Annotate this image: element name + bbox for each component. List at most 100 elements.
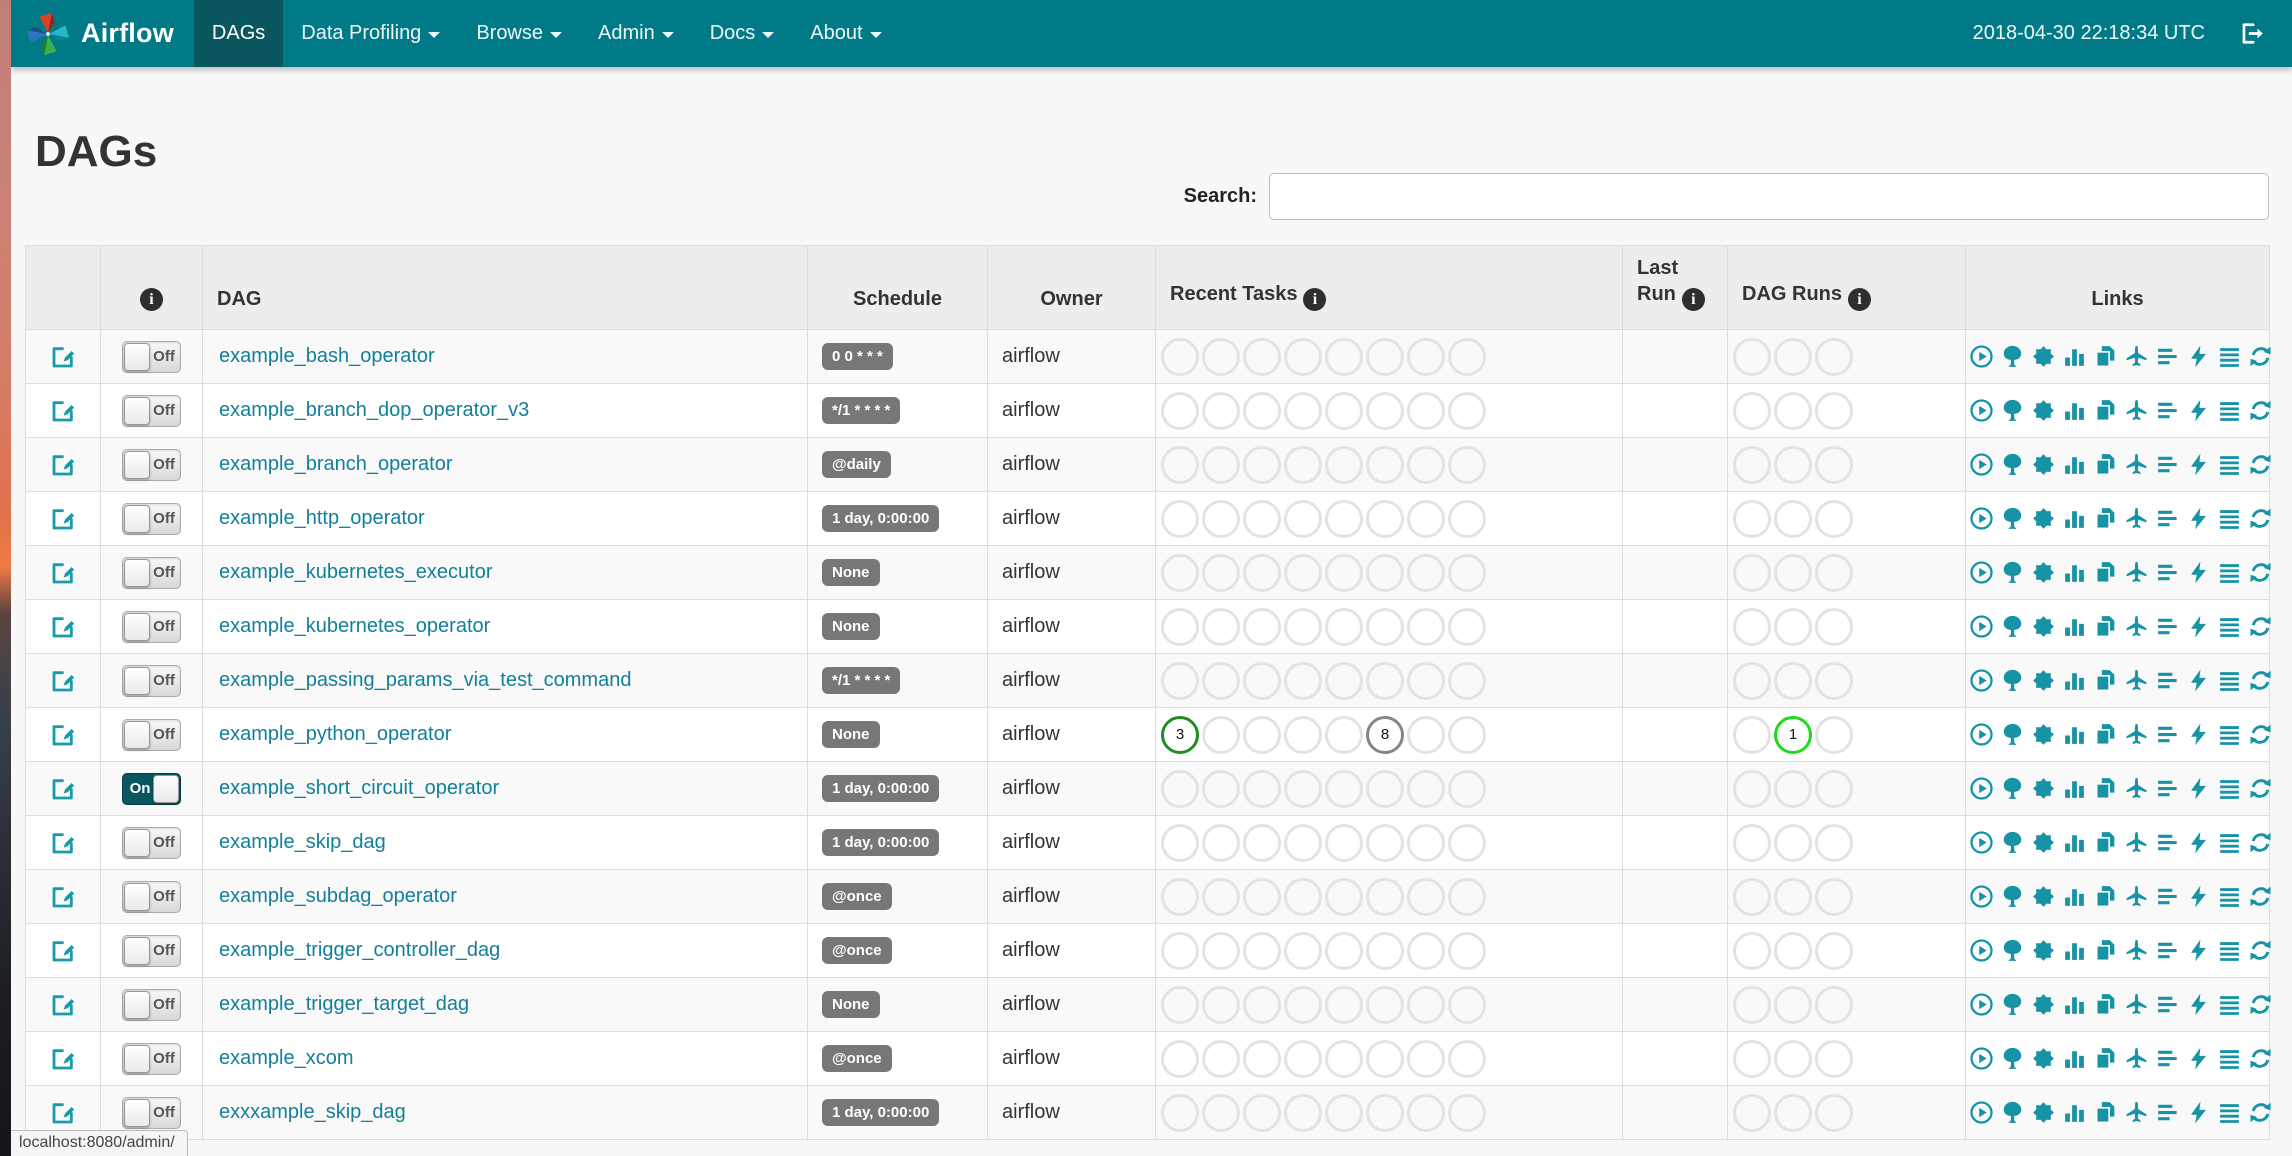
- refresh-icon[interactable]: [2248, 344, 2273, 369]
- code-icon[interactable]: [2186, 884, 2211, 909]
- dag-name-link[interactable]: example_short_circuit_operator: [219, 777, 499, 799]
- task-duration-icon[interactable]: [2062, 1100, 2087, 1125]
- log-icon[interactable]: [2217, 560, 2242, 585]
- graph-view-icon[interactable]: [2031, 506, 2056, 531]
- dag-name-link[interactable]: example_subdag_operator: [219, 885, 457, 907]
- task-duration-icon[interactable]: [2062, 1046, 2087, 1071]
- dag-pause-toggle[interactable]: Off: [122, 880, 181, 913]
- log-icon[interactable]: [2217, 830, 2242, 855]
- task-duration-icon[interactable]: [2062, 668, 2087, 693]
- refresh-icon[interactable]: [2248, 506, 2273, 531]
- graph-view-icon[interactable]: [2031, 398, 2056, 423]
- refresh-icon[interactable]: [2248, 992, 2273, 1017]
- code-icon[interactable]: [2186, 560, 2211, 585]
- trigger-dag-icon[interactable]: [1969, 830, 1994, 855]
- dag-pause-toggle[interactable]: Off: [122, 664, 181, 697]
- task-tries-icon[interactable]: [2093, 398, 2118, 423]
- landing-times-icon[interactable]: [2124, 992, 2149, 1017]
- dag-name-link[interactable]: example_kubernetes_executor: [219, 561, 493, 583]
- dag-name-link[interactable]: example_kubernetes_operator: [219, 615, 490, 637]
- graph-view-icon[interactable]: [2031, 452, 2056, 477]
- task-tries-icon[interactable]: [2093, 560, 2118, 585]
- graph-view-icon[interactable]: [2031, 344, 2056, 369]
- graph-view-icon[interactable]: [2031, 776, 2056, 801]
- dag-pause-toggle[interactable]: Off: [122, 502, 181, 535]
- task-tries-icon[interactable]: [2093, 506, 2118, 531]
- landing-times-icon[interactable]: [2124, 614, 2149, 639]
- task-duration-icon[interactable]: [2062, 614, 2087, 639]
- task-duration-icon[interactable]: [2062, 722, 2087, 747]
- edit-dag-icon[interactable]: [50, 830, 76, 856]
- task-tries-icon[interactable]: [2093, 452, 2118, 477]
- code-icon[interactable]: [2186, 614, 2211, 639]
- code-icon[interactable]: [2186, 452, 2211, 477]
- log-icon[interactable]: [2217, 1100, 2242, 1125]
- dag-name-link[interactable]: example_bash_operator: [219, 345, 435, 367]
- log-icon[interactable]: [2217, 938, 2242, 963]
- task-tries-icon[interactable]: [2093, 884, 2118, 909]
- trigger-dag-icon[interactable]: [1969, 722, 1994, 747]
- task-tries-icon[interactable]: [2093, 992, 2118, 1017]
- landing-times-icon[interactable]: [2124, 560, 2149, 585]
- edit-dag-icon[interactable]: [50, 992, 76, 1018]
- nav-item-data-profiling[interactable]: Data Profiling: [283, 0, 458, 67]
- code-icon[interactable]: [2186, 1100, 2211, 1125]
- refresh-icon[interactable]: [2248, 1046, 2273, 1071]
- task-tries-icon[interactable]: [2093, 1046, 2118, 1071]
- landing-times-icon[interactable]: [2124, 722, 2149, 747]
- landing-times-icon[interactable]: [2124, 506, 2149, 531]
- nav-item-admin[interactable]: Admin: [580, 0, 692, 67]
- gantt-icon[interactable]: [2155, 830, 2180, 855]
- log-icon[interactable]: [2217, 1046, 2242, 1071]
- code-icon[interactable]: [2186, 722, 2211, 747]
- nav-item-dags[interactable]: DAGs: [193, 0, 284, 67]
- gantt-icon[interactable]: [2155, 560, 2180, 585]
- edit-dag-icon[interactable]: [50, 722, 76, 748]
- task-duration-icon[interactable]: [2062, 398, 2087, 423]
- landing-times-icon[interactable]: [2124, 830, 2149, 855]
- landing-times-icon[interactable]: [2124, 884, 2149, 909]
- refresh-icon[interactable]: [2248, 1100, 2273, 1125]
- trigger-dag-icon[interactable]: [1969, 992, 1994, 1017]
- state-circle-filled[interactable]: 8: [1366, 715, 1404, 754]
- edit-dag-icon[interactable]: [50, 614, 76, 640]
- dag-pause-toggle[interactable]: On: [122, 772, 181, 805]
- landing-times-icon[interactable]: [2124, 344, 2149, 369]
- dag-pause-toggle[interactable]: Off: [122, 1096, 181, 1129]
- task-duration-icon[interactable]: [2062, 992, 2087, 1017]
- trigger-dag-icon[interactable]: [1969, 614, 1994, 639]
- landing-times-icon[interactable]: [2124, 452, 2149, 477]
- refresh-icon[interactable]: [2248, 452, 2273, 477]
- dag-pause-toggle[interactable]: Off: [122, 826, 181, 859]
- trigger-dag-icon[interactable]: [1969, 1100, 1994, 1125]
- search-input[interactable]: [1269, 173, 2269, 220]
- dag-pause-toggle[interactable]: Off: [122, 610, 181, 643]
- task-tries-icon[interactable]: [2093, 830, 2118, 855]
- task-duration-icon[interactable]: [2062, 344, 2087, 369]
- refresh-icon[interactable]: [2248, 830, 2273, 855]
- gantt-icon[interactable]: [2155, 398, 2180, 423]
- dag-pause-toggle[interactable]: Off: [122, 718, 181, 751]
- code-icon[interactable]: [2186, 1046, 2211, 1071]
- log-icon[interactable]: [2217, 398, 2242, 423]
- code-icon[interactable]: [2186, 776, 2211, 801]
- landing-times-icon[interactable]: [2124, 668, 2149, 693]
- task-tries-icon[interactable]: [2093, 722, 2118, 747]
- trigger-dag-icon[interactable]: [1969, 344, 1994, 369]
- edit-dag-icon[interactable]: [50, 668, 76, 694]
- gantt-icon[interactable]: [2155, 776, 2180, 801]
- landing-times-icon[interactable]: [2124, 938, 2149, 963]
- gantt-icon[interactable]: [2155, 344, 2180, 369]
- log-icon[interactable]: [2217, 992, 2242, 1017]
- refresh-icon[interactable]: [2248, 938, 2273, 963]
- edit-dag-icon[interactable]: [50, 884, 76, 910]
- code-icon[interactable]: [2186, 938, 2211, 963]
- code-icon[interactable]: [2186, 830, 2211, 855]
- edit-dag-icon[interactable]: [50, 560, 76, 586]
- graph-view-icon[interactable]: [2031, 938, 2056, 963]
- trigger-dag-icon[interactable]: [1969, 884, 1994, 909]
- log-icon[interactable]: [2217, 344, 2242, 369]
- gantt-icon[interactable]: [2155, 668, 2180, 693]
- gantt-icon[interactable]: [2155, 452, 2180, 477]
- graph-view-icon[interactable]: [2031, 560, 2056, 585]
